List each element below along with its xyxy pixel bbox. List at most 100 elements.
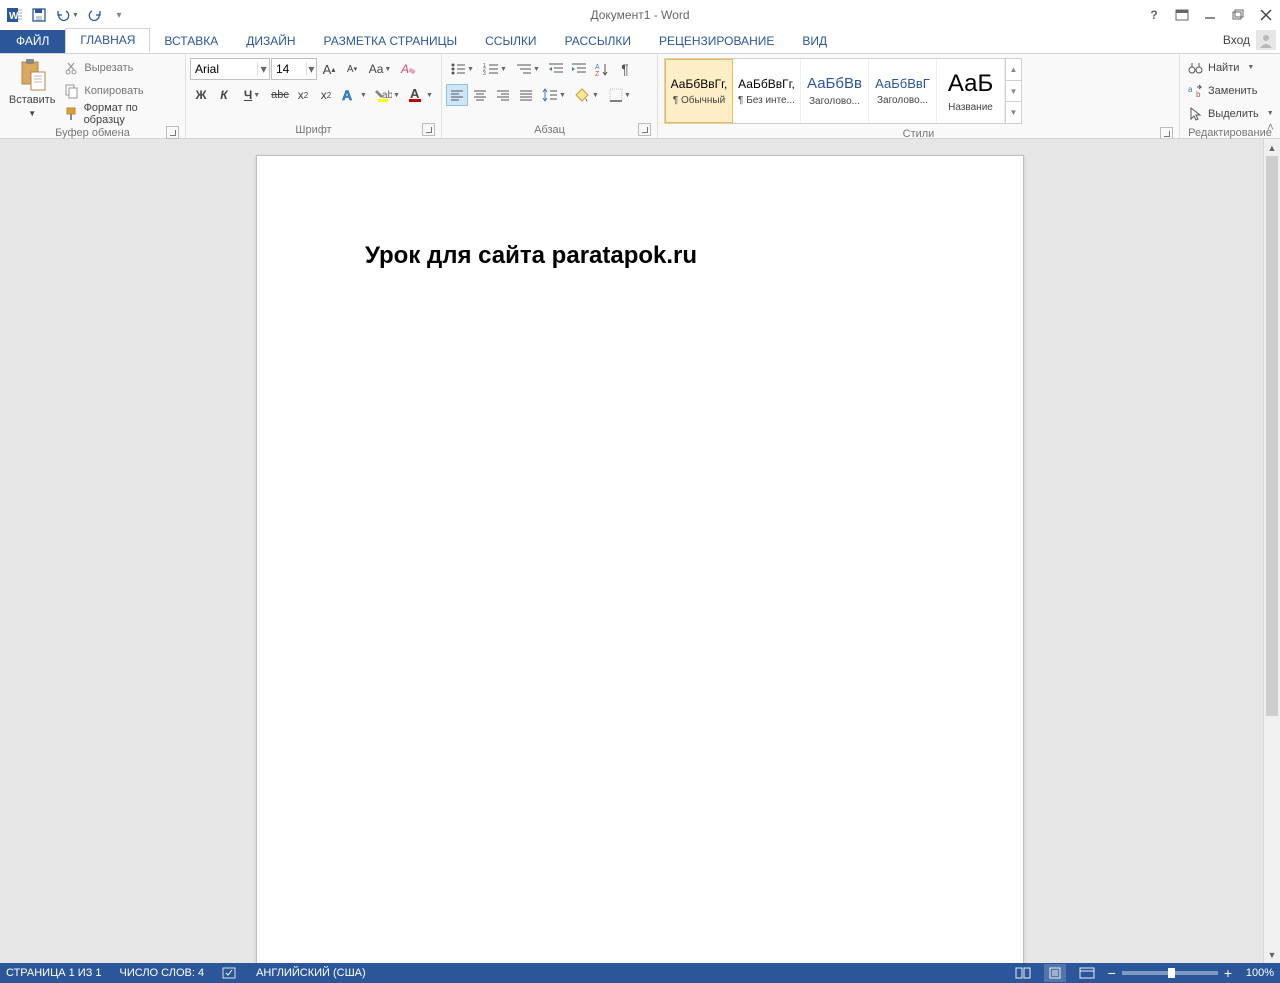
status-proof-icon[interactable] (222, 966, 238, 980)
subscript-button[interactable]: x2 (292, 84, 314, 106)
scroll-down-button[interactable]: ▼ (1264, 946, 1280, 963)
tab-file[interactable]: ФАЙЛ (0, 30, 65, 53)
italic-button[interactable]: К (213, 84, 235, 106)
zoom-in-button[interactable]: + (1224, 965, 1232, 981)
replace-button[interactable]: ab Заменить (1184, 79, 1261, 102)
style-item-3[interactable]: АаБбВвГЗаголово... (869, 59, 937, 123)
font-size-combo[interactable]: ▾ (271, 58, 317, 80)
document-page[interactable]: Урок для сайта paratapok.ru (256, 155, 1024, 963)
binoculars-icon (1188, 60, 1204, 76)
redo-button[interactable] (84, 4, 106, 26)
font-name-input[interactable] (191, 62, 257, 76)
font-color-button[interactable]: A▼ (404, 84, 436, 106)
sort-button[interactable]: AZ (591, 58, 613, 80)
justify-button[interactable] (515, 84, 537, 106)
change-case-button[interactable]: Aa▼ (364, 58, 396, 80)
gallery-more[interactable]: ▼ (1006, 102, 1021, 123)
copy-button[interactable]: Копировать (60, 79, 181, 102)
bold-button[interactable]: Ж (190, 84, 212, 106)
tab-view[interactable]: ВИД (788, 30, 841, 53)
help-button[interactable]: ? (1140, 3, 1168, 27)
collapse-ribbon-button[interactable]: ˄ (1267, 120, 1274, 134)
zoom-thumb[interactable] (1168, 968, 1175, 978)
align-center-button[interactable] (469, 84, 491, 106)
qat-customize[interactable]: ▾ (108, 4, 130, 26)
tab-layout[interactable]: РАЗМЕТКА СТРАНИЦЫ (310, 30, 472, 53)
close-button[interactable] (1252, 3, 1280, 27)
show-marks-button[interactable]: ¶ (614, 58, 636, 80)
font-size-input[interactable] (272, 62, 306, 76)
ribbon-display-button[interactable] (1168, 3, 1196, 27)
paste-button[interactable]: Вставить▼ (4, 56, 60, 122)
shading-button[interactable]: ▼ (571, 84, 603, 106)
app-icon[interactable]: W (4, 4, 26, 26)
status-words[interactable]: ЧИСЛО СЛОВ: 4 (120, 967, 205, 979)
tab-references[interactable]: ССЫЛКИ (471, 30, 550, 53)
numbering-button[interactable]: 123▼ (479, 58, 511, 80)
indent-button[interactable] (568, 58, 590, 80)
font-launcher[interactable] (422, 123, 435, 136)
borders-button[interactable]: ▼ (604, 84, 636, 106)
clipboard-launcher[interactable] (166, 126, 179, 139)
svg-text:ab: ab (382, 90, 392, 101)
view-web-button[interactable] (1076, 964, 1098, 982)
vertical-scrollbar[interactable]: ▲ ▼ (1263, 139, 1280, 963)
brush-icon (64, 106, 79, 122)
scroll-thumb[interactable] (1266, 156, 1278, 716)
tab-home[interactable]: ГЛАВНАЯ (65, 28, 150, 53)
gallery-up[interactable]: ▲ (1006, 59, 1021, 81)
window-controls: ? (1140, 0, 1280, 30)
tab-design[interactable]: ДИЗАЙН (232, 30, 309, 53)
tab-review[interactable]: РЕЦЕНЗИРОВАНИЕ (645, 30, 788, 53)
document-text[interactable]: Урок для сайта paratapok.ru (365, 242, 915, 270)
cut-button[interactable]: Вырезать (60, 56, 181, 79)
view-read-button[interactable] (1012, 964, 1034, 982)
superscript-button[interactable]: x2 (315, 84, 337, 106)
format-painter-button[interactable]: Формат по образцу (60, 102, 181, 125)
grow-font-button[interactable]: A▴ (318, 58, 340, 80)
scroll-up-button[interactable]: ▲ (1264, 139, 1280, 156)
signin-area[interactable]: Вход (1223, 30, 1276, 50)
replace-label: Заменить (1208, 85, 1257, 97)
save-button[interactable] (28, 4, 50, 26)
group-font: ▾ ▾ A▴ A▾ Aa▼ A Ж К Ч▼ abc x2 x2 A▼ ab▼ … (186, 54, 442, 138)
scroll-track[interactable] (1264, 156, 1280, 946)
zoom-out-button[interactable]: − (1108, 965, 1116, 981)
maximize-button[interactable] (1224, 3, 1252, 27)
status-language[interactable]: АНГЛИЙСКИЙ (США) (256, 967, 366, 979)
style-item-4[interactable]: АаБНазвание (937, 59, 1005, 123)
strike-button[interactable]: abc (269, 84, 291, 106)
style-item-1[interactable]: АаБбВвГг,¶ Без инте... (733, 59, 801, 123)
style-item-0[interactable]: АаБбВвГг,¶ Обычный (665, 59, 733, 123)
undo-button[interactable]: ▼ (52, 4, 82, 26)
paragraph-launcher[interactable] (638, 123, 651, 136)
shrink-font-button[interactable]: A▾ (341, 58, 363, 80)
zoom-slider[interactable] (1122, 971, 1218, 975)
tab-insert[interactable]: ВСТАВКА (150, 30, 232, 53)
format-painter-label: Формат по образцу (84, 102, 177, 126)
bullets-button[interactable]: ▼ (446, 58, 478, 80)
multilevel-button[interactable]: ▼ (512, 58, 544, 80)
font-name-combo[interactable]: ▾ (190, 58, 270, 80)
clear-format-button[interactable]: A (397, 58, 419, 80)
svg-text:A: A (400, 62, 409, 76)
copy-label: Копировать (84, 85, 143, 97)
view-print-button[interactable] (1044, 964, 1066, 982)
find-button[interactable]: Найти▼ (1184, 56, 1258, 79)
highlight-button[interactable]: ab▼ (371, 84, 403, 106)
text-effects-button[interactable]: A▼ (338, 84, 370, 106)
zoom-value[interactable]: 100% (1238, 967, 1274, 979)
line-spacing-button[interactable]: ▼ (538, 84, 570, 106)
cut-label: Вырезать (84, 62, 133, 74)
align-right-button[interactable] (492, 84, 514, 106)
minimize-button[interactable] (1196, 3, 1224, 27)
underline-button[interactable]: Ч▼ (236, 84, 268, 106)
tab-mailings[interactable]: РАССЫЛКИ (551, 30, 645, 53)
gallery-down[interactable]: ▼ (1006, 81, 1021, 103)
align-left-button[interactable] (446, 84, 468, 106)
font-group-label: Шрифт (190, 122, 437, 138)
status-page[interactable]: СТРАНИЦА 1 ИЗ 1 (6, 967, 102, 979)
select-button[interactable]: Выделить▼ (1184, 102, 1278, 125)
outdent-button[interactable] (545, 58, 567, 80)
style-item-2[interactable]: АаБбВвЗаголово... (801, 59, 869, 123)
